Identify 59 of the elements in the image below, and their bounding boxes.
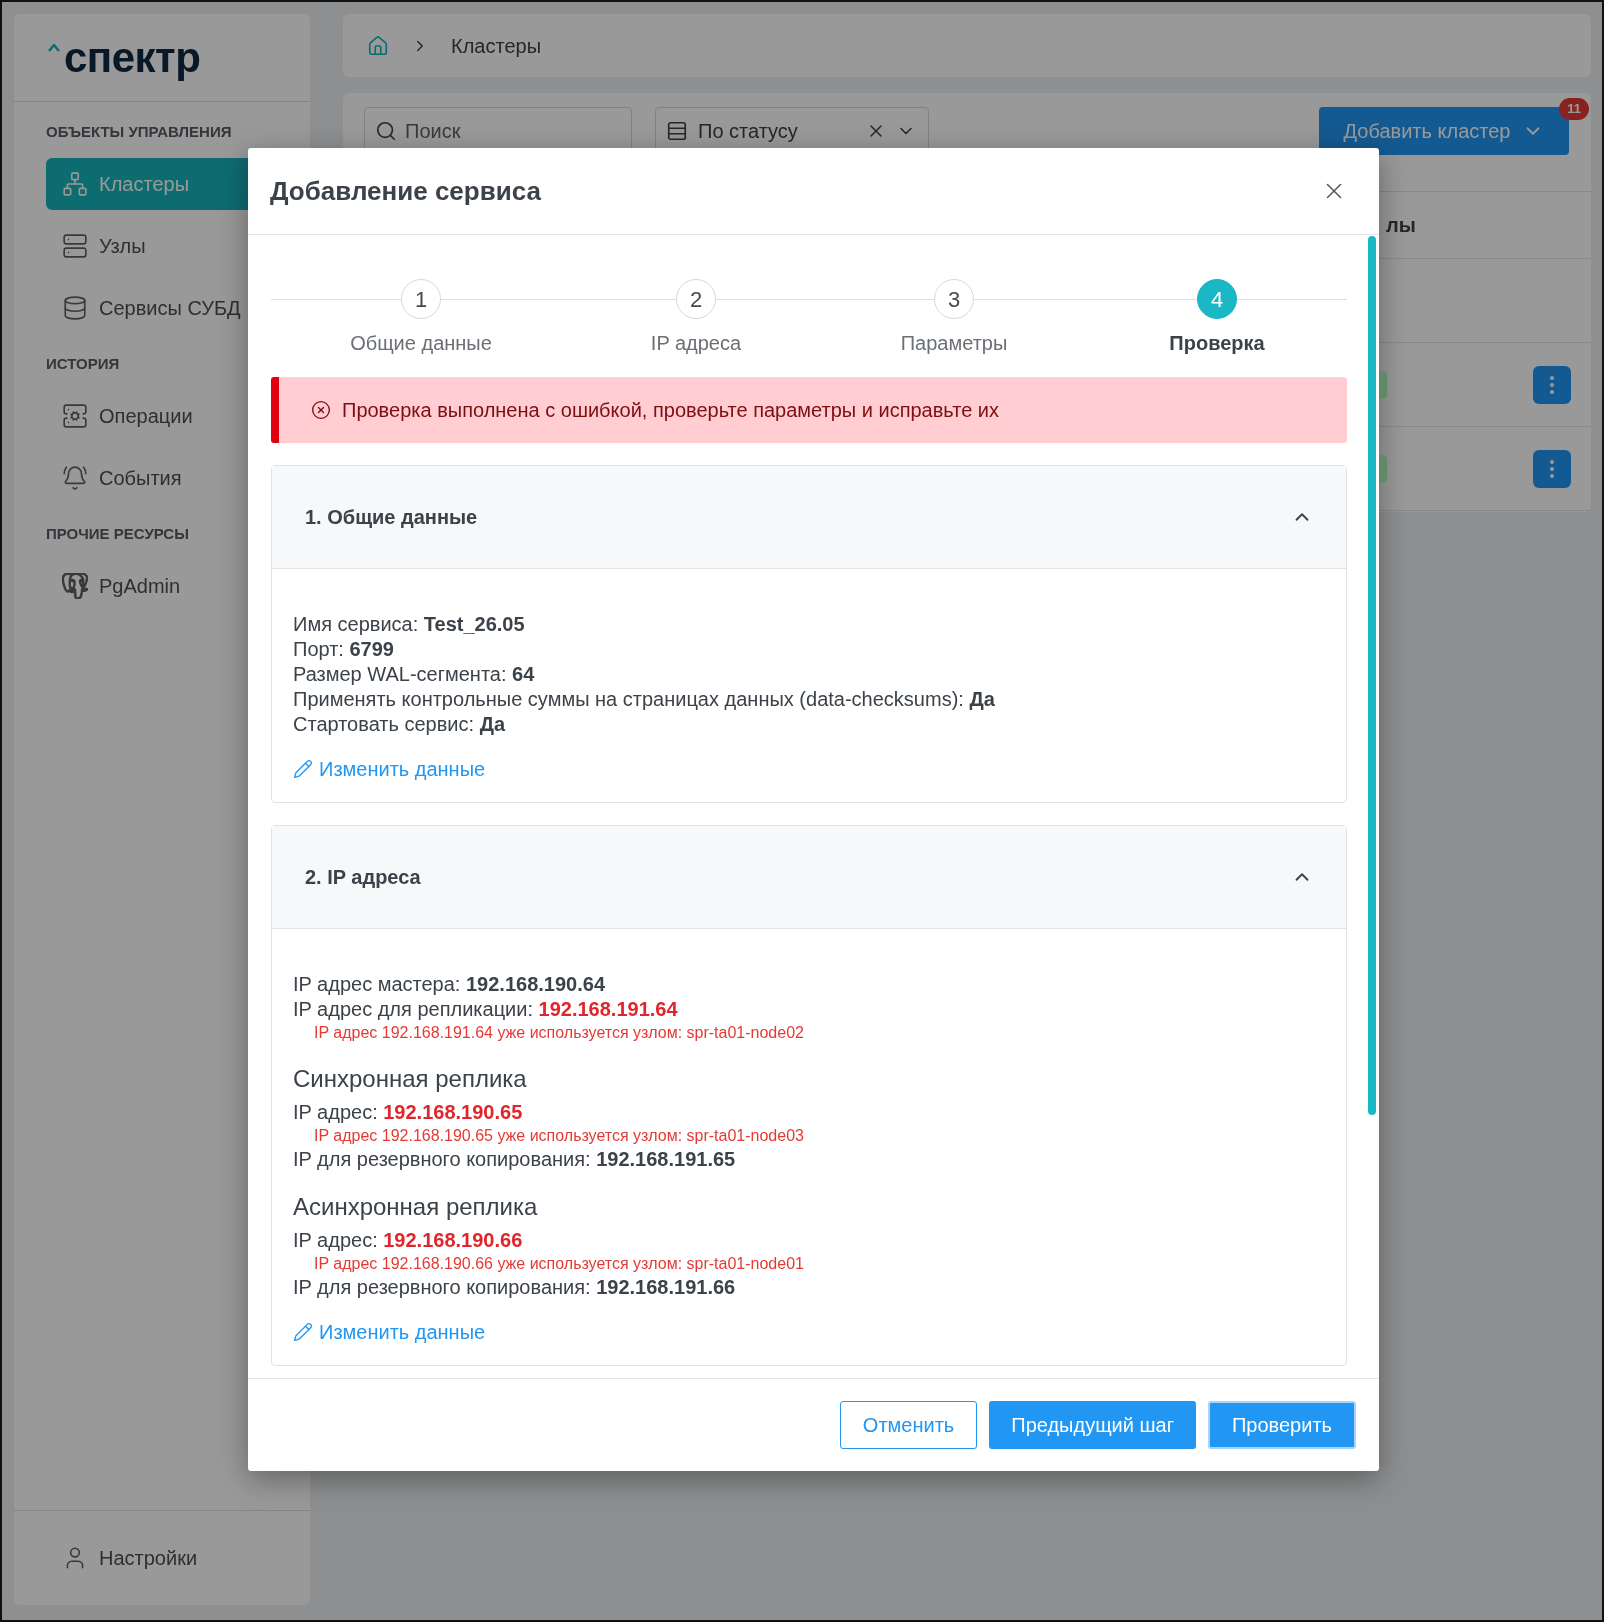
submit-button[interactable]: Проверить (1207, 1401, 1356, 1449)
edit-link[interactable]: Изменить данные (293, 1320, 486, 1344)
sidebar-item[interactable]: Настройки (46, 1532, 206, 1584)
cancel-button[interactable]: Отменить (839, 1401, 978, 1449)
step-label: Параметры (900, 331, 1008, 355)
summary-line: IP адрес: 192.168.190.65 (293, 1100, 523, 1125)
kebab-icon (1550, 459, 1554, 478)
server-icon (62, 233, 88, 259)
step-label: Общие данные (350, 331, 492, 355)
summary-line: IP адрес для репликации: 192.168.191.64 (293, 997, 678, 1022)
sidebar-item[interactable]: Сервисы СУБД (46, 282, 278, 334)
subsection-title: Синхронная реплика (293, 1064, 527, 1094)
sidebar-section-title: ОБЪЕКТЫ УПРАВЛЕНИЯ (46, 122, 233, 142)
kebab-icon (1550, 375, 1554, 394)
summary-line: Имя сервиса: Test_26.05 (293, 612, 525, 637)
logo-text: спектр (64, 36, 201, 79)
edit-link[interactable]: Изменить данные (293, 757, 486, 781)
logo-mark-icon (48, 43, 60, 52)
list-icon (666, 120, 688, 142)
summary-line: IP для резервного копирования: 192.168.191.65 (293, 1147, 736, 1172)
summary-line: IP адрес: 192.168.190.66 (293, 1228, 523, 1253)
sidebar-section-title: ИСТОРИЯ (46, 354, 121, 374)
scrollbar-thumb[interactable] (1368, 236, 1376, 1115)
pencil-icon (293, 1322, 313, 1342)
section-title: 2. IP адреса (305, 865, 421, 890)
add-cluster-button[interactable]: Добавить кластер (1319, 107, 1569, 155)
error-message: IP адрес 192.168.190.66 уже используется узлом: spr-ta01-node01 (313, 1254, 804, 1274)
step-label: Проверка (1169, 331, 1265, 355)
sidebar-item[interactable]: События (46, 452, 278, 504)
row-menu-button[interactable] (1533, 449, 1571, 488)
search-icon (375, 120, 397, 142)
sidebar-item[interactable]: Операции (46, 390, 278, 442)
count-badge: 11 (1559, 98, 1589, 120)
server-gear-icon (62, 403, 88, 429)
section-title: 1. Общие данные (305, 505, 478, 530)
elephant-icon (62, 573, 88, 599)
sidebar-item[interactable]: Узлы (46, 220, 278, 272)
summary-line: IP для резервного копирования: 192.168.191.66 (293, 1275, 736, 1300)
summary-line: Стартовать сервис: Да (293, 712, 505, 737)
sidebar-item[interactable]: PgAdmin (46, 560, 278, 612)
bell-icon (62, 465, 88, 491)
sidebar-section-title: ПРОЧИЕ РЕСУРСЫ (46, 524, 190, 544)
error-message: IP адрес 192.168.190.65 уже используется узлом: spr-ta01-node03 (313, 1126, 804, 1146)
alert-message: Проверка выполнена с ошибкой, проверьте параметры и исправьте их (342, 398, 999, 423)
summary-line: IP адрес мастера: 192.168.190.64 (293, 972, 605, 997)
pencil-icon (293, 759, 313, 779)
step-label: IP адреса (650, 331, 742, 355)
column-header: лы (1386, 213, 1416, 238)
error-icon (311, 400, 331, 420)
database-icon (62, 295, 88, 321)
summary-line: Размер WAL-сегмента: 64 (293, 662, 535, 687)
network-icon (62, 171, 88, 197)
subsection-title: Асинхронная реплика (293, 1192, 538, 1222)
row-menu-button[interactable] (1533, 365, 1571, 404)
summary-line: Применять контрольные суммы на страницах данных (data-checksums): Да (293, 687, 995, 712)
breadcrumb-item[interactable]: Кластеры (451, 30, 541, 61)
error-message: IP адрес 192.168.191.64 уже используется узлом: spr-ta01-node02 (313, 1023, 804, 1043)
summary-line: Порт: 6799 (293, 637, 394, 662)
back-button[interactable]: Предыдущий шаг (989, 1401, 1196, 1449)
